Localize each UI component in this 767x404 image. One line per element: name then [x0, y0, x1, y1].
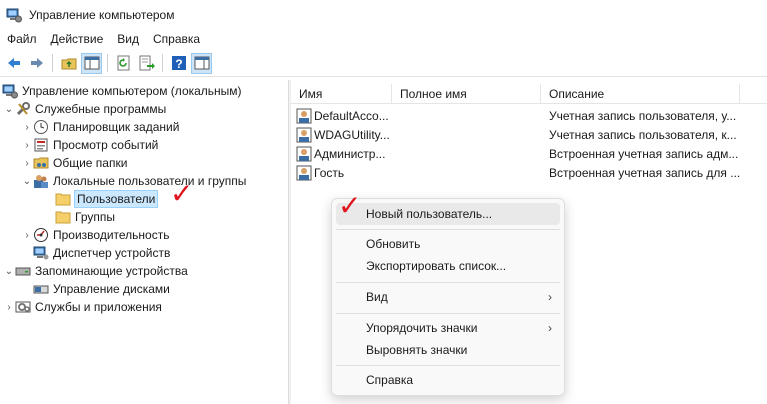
user-icon	[296, 146, 312, 162]
user-description: Встроенная учетная запись для ...	[549, 165, 741, 180]
menu-file[interactable]: Файл	[0, 29, 44, 50]
folder-icon	[55, 209, 71, 225]
menu-separator	[336, 229, 560, 230]
menu-help[interactable]: Справка	[146, 29, 207, 50]
tree-item-system-tools[interactable]: ⌄ Служебные программы	[3, 100, 166, 118]
up-folder-icon[interactable]	[58, 53, 79, 74]
services-icon	[15, 299, 31, 315]
menu-separator	[336, 313, 560, 314]
computer-management-icon	[2, 83, 18, 99]
event-viewer-icon	[33, 137, 49, 153]
submenu-arrow-icon: ›	[548, 321, 552, 335]
user-description: Встроенная учетная запись адм...	[549, 146, 739, 161]
column-header-name[interactable]: Имя	[291, 84, 392, 104]
list-row[interactable]: Администр... Встроенная учетная запись а…	[291, 144, 759, 163]
column-header-full-name[interactable]: Полное имя	[392, 84, 541, 104]
menu-item-refresh[interactable]: Обновить	[336, 233, 560, 255]
user-icon	[296, 108, 312, 124]
chevron-down-icon[interactable]: ⌄	[21, 172, 33, 190]
toolbar-separator	[107, 54, 108, 72]
tree-item-storage[interactable]: ⌄ Запоминающие устройства	[3, 262, 188, 280]
tree-item-shared-folders[interactable]: › Общие папки	[21, 154, 127, 172]
window-title: Управление компьютером	[29, 7, 175, 22]
column-header-description[interactable]: Описание	[541, 84, 740, 104]
menu-item-view[interactable]: Вид ›	[336, 286, 560, 308]
menu-item-view-label: Вид	[366, 290, 388, 304]
toolbar-separator	[52, 54, 53, 72]
folder-icon	[55, 191, 71, 207]
list-header: Имя Полное имя Описание	[291, 84, 767, 104]
tree-item-performance[interactable]: › Производительность	[21, 226, 169, 244]
annotation-checkmark: ✓	[170, 177, 194, 210]
menu-item-arrange-label: Упорядочить значки	[366, 321, 478, 335]
tree-item-event-viewer[interactable]: › Просмотр событий	[21, 136, 158, 154]
device-manager-icon	[33, 245, 49, 261]
list-row[interactable]: WDAGUtility... Учетная запись пользовате…	[291, 125, 759, 144]
menu-action[interactable]: Действие	[44, 29, 111, 50]
tree-item-services[interactable]: › Службы и приложения	[3, 298, 162, 316]
user-name: Гость	[314, 165, 345, 180]
tree-item-disk-management[interactable]: Управление дисками	[33, 280, 170, 298]
refresh-icon[interactable]	[113, 53, 134, 74]
user-name: DefaultAcco...	[314, 108, 389, 123]
clock-icon	[33, 119, 49, 135]
storage-icon	[15, 263, 31, 279]
toolbar-separator	[162, 54, 163, 72]
users-group-icon	[33, 173, 49, 189]
tree-item-task-scheduler[interactable]: › Планировщик заданий	[21, 118, 179, 136]
tools-icon	[15, 101, 31, 117]
user-icon	[296, 127, 312, 143]
menu-item-arrange-icons[interactable]: Упорядочить значки ›	[336, 317, 560, 339]
title-bar: Управление компьютером	[0, 0, 767, 29]
menu-item-new-user[interactable]: Новый пользователь...	[336, 203, 560, 225]
user-name: Администр...	[314, 146, 386, 161]
help-icon[interactable]: ?	[168, 53, 189, 74]
chevron-right-icon[interactable]: ›	[21, 154, 33, 172]
menu-separator	[336, 365, 560, 366]
export-icon[interactable]	[136, 53, 157, 74]
chevron-down-icon[interactable]: ⌄	[3, 262, 15, 280]
tree-item-root[interactable]: Управление компьютером (локальным)	[2, 82, 242, 100]
tree-item-local-users[interactable]: ⌄ Локальные пользователи и группы	[21, 172, 246, 190]
toolbar: ?	[0, 50, 767, 77]
menu-view[interactable]: Вид	[110, 29, 146, 50]
submenu-arrow-icon: ›	[548, 290, 552, 304]
forward-icon[interactable]	[26, 53, 47, 74]
chevron-right-icon[interactable]: ›	[3, 298, 15, 316]
chevron-right-icon[interactable]: ›	[21, 118, 33, 136]
user-icon	[296, 165, 312, 181]
tree-item-device-manager[interactable]: Диспетчер устройств	[33, 244, 170, 262]
menu-item-line-up-icons[interactable]: Выровнять значки	[336, 339, 560, 361]
tree-item-users[interactable]: Пользователи	[55, 190, 159, 208]
context-menu: Новый пользователь... Обновить Экспортир…	[331, 198, 565, 396]
tree-item-groups[interactable]: Группы	[55, 208, 115, 226]
svg-text:?: ?	[175, 57, 182, 71]
disk-icon	[33, 281, 49, 297]
list-row[interactable]: Гость Встроенная учетная запись для ...	[291, 163, 759, 182]
list-row[interactable]: DefaultAcco... Учетная запись пользовате…	[291, 106, 759, 125]
menu-item-help[interactable]: Справка	[336, 369, 560, 391]
properties-icon[interactable]	[191, 52, 212, 74]
user-description: Учетная запись пользователя, к...	[549, 127, 737, 142]
chevron-down-icon[interactable]: ⌄	[3, 100, 15, 118]
user-description: Учетная запись пользователя, у...	[549, 108, 737, 123]
user-name: WDAGUtility...	[314, 127, 390, 142]
menu-bar: Файл Действие Вид Справка	[0, 29, 767, 50]
console-tree: Управление компьютером (локальным) ⌄ Слу…	[0, 80, 288, 404]
menu-separator	[336, 282, 560, 283]
menu-item-export-list[interactable]: Экспортировать список...	[336, 255, 560, 277]
shared-folder-icon	[33, 155, 49, 171]
annotation-checkmark: ✓	[338, 189, 362, 222]
chevron-right-icon[interactable]: ›	[21, 136, 33, 154]
back-icon[interactable]	[3, 53, 24, 74]
chevron-right-icon[interactable]: ›	[21, 226, 33, 244]
show-tree-icon[interactable]	[81, 52, 102, 74]
computer-management-icon	[6, 7, 22, 23]
performance-icon	[33, 227, 49, 243]
